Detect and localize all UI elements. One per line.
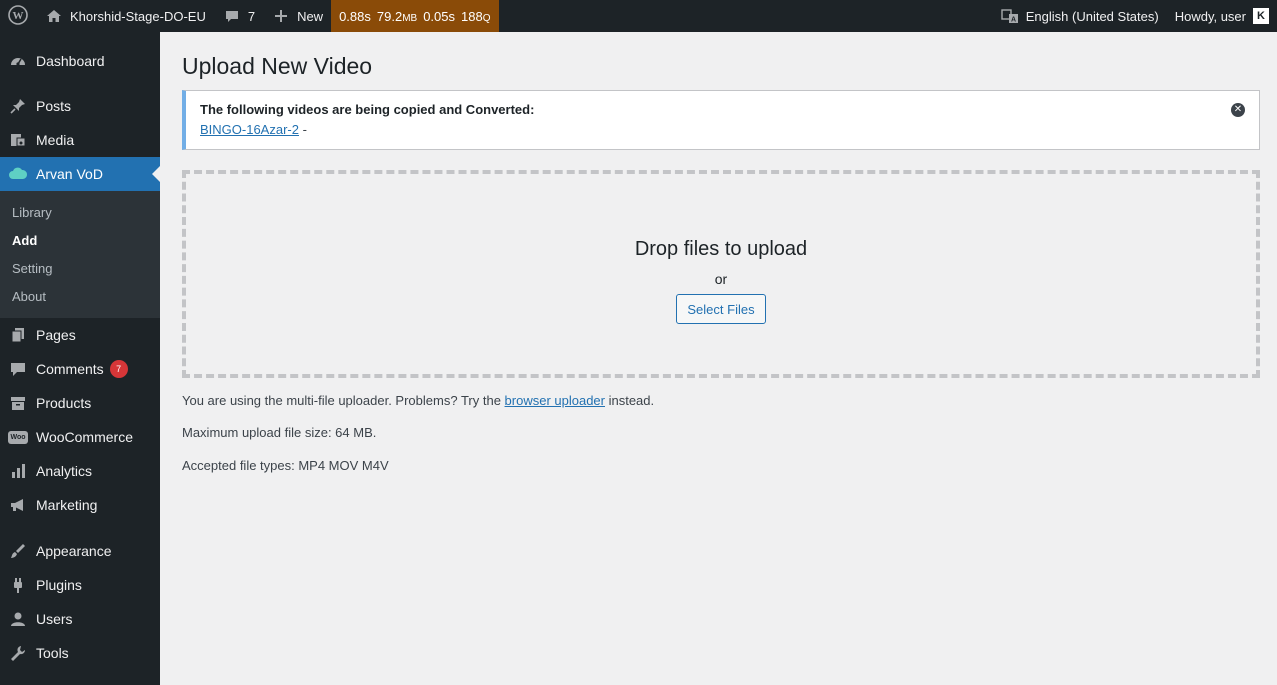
upload-dropzone[interactable]: Drop files to upload or Select Files [182,170,1260,378]
sidebar-item-tools[interactable]: Tools [0,636,160,670]
perf-queries: 188Q [461,8,491,24]
admin-sidebar: Dashboard Posts Media Arvan VoD Library … [0,32,160,685]
comment-icon [222,6,242,26]
conversion-notice: The following videos are being copied an… [182,90,1260,150]
sidebar-item-analytics[interactable]: Analytics [0,454,160,488]
greeting: Howdy, user [1174,8,1246,24]
browser-uploader-link[interactable]: browser uploader [505,393,605,408]
woo-icon: Woo [8,430,28,444]
sidebar-item-comments[interactable]: Comments 7 [0,352,160,386]
wrench-icon [8,643,28,663]
svg-text:A: A [1011,17,1016,24]
avatar: K [1253,8,1269,24]
perf-query-time: 0.05s [423,8,456,24]
home-icon [44,6,64,26]
perf-time: 0.88s [339,8,371,24]
submenu-item-add[interactable]: Add [0,226,160,254]
media-icon [8,130,28,150]
language-label: English (United States) [1025,8,1159,24]
svg-text:W: W [13,10,24,22]
submenu-item-setting[interactable]: Setting [0,254,160,282]
arvan-vod-submenu: Library Add Setting About [0,191,160,318]
sidebar-item-dashboard[interactable]: Dashboard [0,44,160,78]
plus-icon [271,6,291,26]
sidebar-item-marketing[interactable]: Marketing [0,488,160,522]
drop-files-title: Drop files to upload [634,238,808,260]
brush-icon [8,541,28,561]
sidebar-item-pages[interactable]: Pages [0,318,160,352]
translate-icon: A [1000,6,1020,26]
cloud-icon [8,164,28,184]
submenu-item-about[interactable]: About [0,282,160,310]
submenu-item-library[interactable]: Library [0,198,160,226]
user-icon [8,609,28,629]
sidebar-item-woocommerce[interactable]: Woo WooCommerce [0,420,160,454]
dismiss-notice-button[interactable]: ✕ [1231,103,1245,117]
perf-memory: 79.2MB [376,8,418,24]
select-files-button[interactable]: Select Files [676,294,766,324]
main-content: Upload New Video The following videos ar… [182,32,1260,474]
query-monitor-stats[interactable]: 0.88s 79.2MB 0.05s 188Q [331,0,499,32]
comments-badge: 7 [109,360,128,378]
sidebar-item-plugins[interactable]: Plugins [0,568,160,602]
site-name: Khorshid-Stage-DO-EU [70,8,206,24]
pages-icon [8,325,28,345]
accepted-file-types: Accepted file types: MP4 MOV M4V [182,458,389,473]
megaphone-icon [8,495,28,515]
sidebar-item-posts[interactable]: Posts [0,89,160,123]
notice-suffix: - [298,122,307,137]
wordpress-logo-icon: W [8,4,28,28]
new-content-menu[interactable]: New [263,0,331,32]
site-name-menu[interactable]: Khorshid-Stage-DO-EU [36,0,214,32]
comment-icon [8,359,28,379]
admin-bar: W Khorshid-Stage-DO-EU 7 New 0.88s 79.2M… [0,0,1277,32]
dashboard-icon [8,51,28,71]
sidebar-item-media[interactable]: Media [0,123,160,157]
video-link[interactable]: BINGO-16Azar-2 [200,122,299,137]
comments-count: 7 [247,8,256,24]
plug-icon [8,575,28,595]
archive-icon [8,393,28,413]
language-switcher[interactable]: A English (United States) [992,0,1167,32]
chart-icon [8,461,28,481]
new-label: New [297,8,324,24]
sidebar-item-products[interactable]: Products [0,386,160,420]
notice-heading: The following videos are being copied an… [200,102,535,117]
page-title: Upload New Video [182,53,373,79]
account-menu[interactable]: Howdy, user K [1167,0,1277,32]
max-upload-size: Maximum upload file size: 64 MB. [182,425,377,440]
wordpress-logo-menu[interactable]: W [0,0,36,32]
comments-menu[interactable]: 7 [214,0,263,32]
uploader-note: You are using the multi-file uploader. P… [182,393,655,408]
sidebar-item-arvan-vod[interactable]: Arvan VoD [0,157,160,191]
drop-or-text: or [714,271,728,287]
pin-icon [8,96,28,116]
sidebar-item-appearance[interactable]: Appearance [0,534,160,568]
sidebar-item-users[interactable]: Users [0,602,160,636]
close-icon: ✕ [1233,104,1243,115]
notice-body: BINGO-16Azar-2 - [200,119,1245,141]
